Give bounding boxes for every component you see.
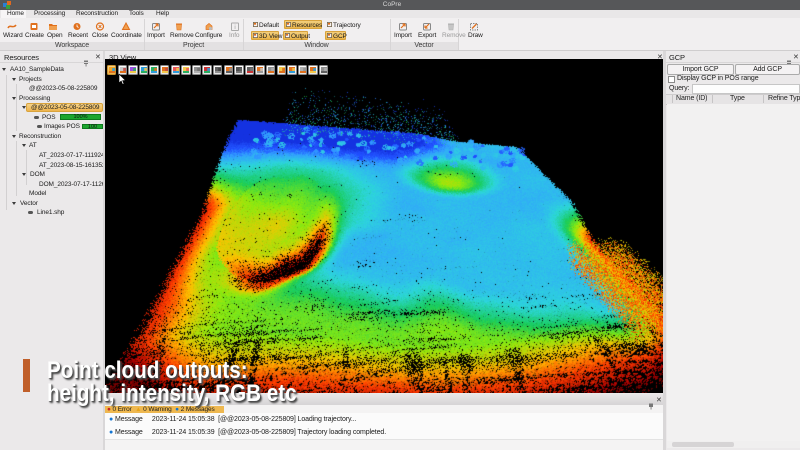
svg-text:i: i: [234, 25, 235, 31]
